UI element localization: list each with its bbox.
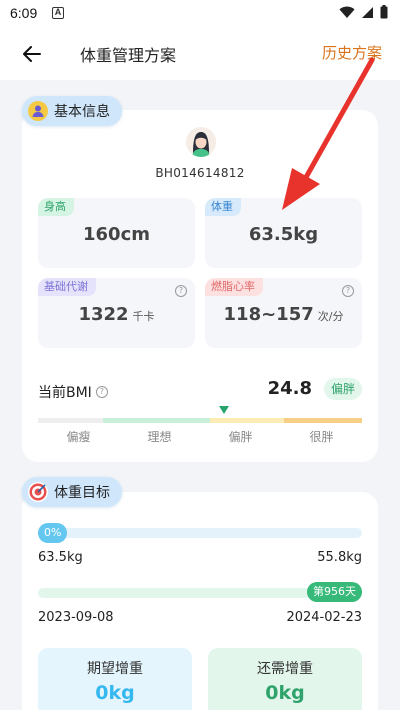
weight-tag: 体重 (205, 198, 241, 216)
bmi-label-row: 当前BMI ? (38, 382, 108, 402)
start-weight: 63.5kg (38, 550, 83, 565)
status-bar: 6:09 A (0, 0, 400, 28)
end-date: 2024-02-23 (286, 610, 362, 625)
avatar (186, 127, 216, 157)
weight-goal-card: 0% 63.5kg 55.8kg 第956天 2023-09-08 2024-0… (22, 492, 378, 710)
bmi-scale-obese: 很胖 (309, 430, 334, 444)
bmi-scale-segment (209, 418, 285, 423)
weight-goal-section-label: 体重目标 (54, 485, 110, 501)
history-plans-link[interactable]: 历史方案 (322, 42, 382, 63)
expected-gain-value: 0kg (95, 682, 135, 704)
status-icons (339, 5, 388, 19)
fat-burn-hr-unit: 次/分 (317, 310, 344, 323)
height-stat: 身高 160cm (38, 198, 195, 268)
fat-burn-hr-value-row: 118~157 次/分 (205, 304, 362, 325)
bmi-scale-underweight: 偏瘦 (66, 430, 91, 444)
basic-info-section-title: 基本信息 (22, 96, 122, 126)
expected-gain-box: 期望增重 0kg (38, 648, 192, 710)
weight-stat[interactable]: 体重 63.5kg (205, 198, 362, 268)
basic-info-card: BH014614812 身高 160cm 体重 63.5kg 基础代谢 ? 13… (22, 110, 378, 462)
bmi-label: 当前BMI (38, 385, 92, 401)
bmr-stat: 基础代谢 ? 1322 千卡 (38, 278, 195, 348)
remaining-gain-value: 0kg (265, 682, 305, 704)
back-button[interactable] (18, 40, 46, 68)
fat-burn-hr-value: 118~157 (223, 304, 314, 325)
basic-info-section-label: 基本信息 (54, 104, 110, 120)
bmr-value: 1322 (78, 304, 129, 325)
bmr-value-row: 1322 千卡 (38, 304, 195, 325)
fat-burn-help-icon[interactable]: ? (342, 285, 354, 297)
bmi-status-badge: 偏胖 (323, 378, 362, 400)
days-badge: 第956天 (307, 582, 362, 602)
bmi-scale-overweight: 偏胖 (228, 430, 253, 444)
battery-icon (380, 5, 388, 19)
top-bar: 体重管理方案 历史方案 (0, 28, 400, 80)
remaining-gain-label: 还需增重 (257, 661, 313, 677)
target-icon (28, 482, 48, 502)
bmi-scale-ideal: 理想 (147, 430, 172, 444)
weight-value: 63.5kg (248, 224, 319, 245)
avatar-woman-icon (186, 127, 216, 157)
bmi-scale-bar (38, 418, 362, 423)
remaining-gain-box: 还需增重 0kg (208, 648, 362, 710)
wifi-icon (339, 6, 355, 18)
bmr-help-icon[interactable]: ? (175, 285, 187, 297)
page-title: 体重管理方案 (80, 46, 177, 65)
weight-goal-section-title: 体重目标 (22, 477, 122, 507)
arrow-left-icon (23, 46, 41, 62)
bmi-scale-segment (284, 418, 362, 423)
bmi-marker-icon (219, 406, 230, 414)
bmi-scale-labels: 偏瘦 理想 偏胖 很胖 (38, 428, 362, 445)
fat-burn-hr-stat: 燃脂心率 ? 118~157 次/分 (205, 278, 362, 348)
signal-icon (362, 6, 373, 18)
notification-a-icon: A (52, 7, 64, 19)
bmi-scale-segment (38, 418, 103, 423)
bmi-scale-segment (102, 418, 210, 423)
bmi-help-icon[interactable]: ? (95, 386, 108, 398)
person-icon (28, 101, 48, 121)
start-date: 2023-09-08 (38, 610, 114, 625)
bmr-tag: 基础代谢 (38, 278, 96, 296)
user-id: BH014614812 (155, 166, 245, 180)
status-time: 6:09 (10, 5, 38, 21)
fat-burn-hr-tag: 燃脂心率 (205, 278, 263, 296)
target-weight: 55.8kg (317, 550, 362, 565)
weight-progress-track (38, 528, 362, 538)
bmr-unit: 千卡 (132, 310, 155, 323)
bmi-value: 24.8 (267, 378, 312, 399)
height-tag: 身高 (38, 198, 74, 216)
expected-gain-label: 期望增重 (87, 661, 143, 677)
height-value: 160cm (83, 224, 150, 245)
weight-progress-percent: 0% (38, 523, 68, 543)
